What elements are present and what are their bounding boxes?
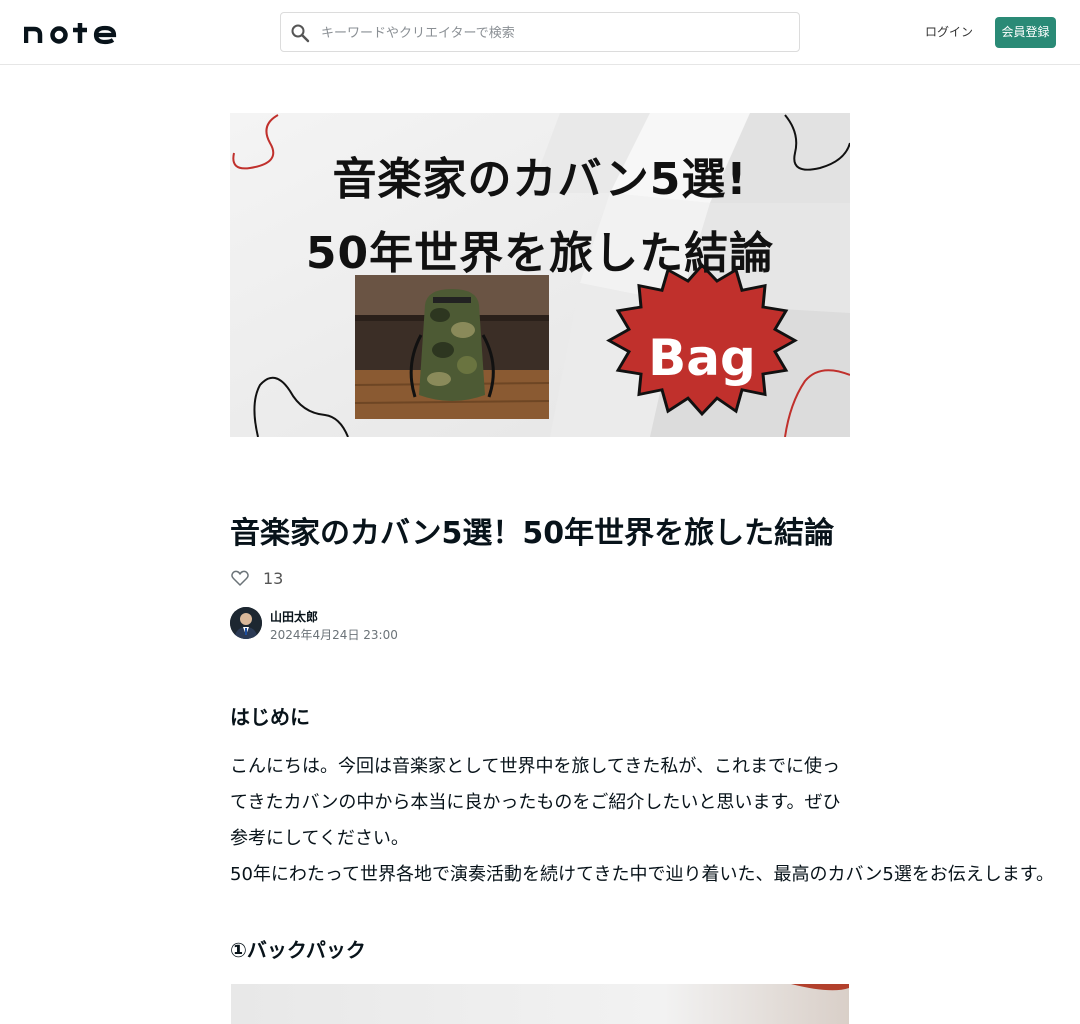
section-heading-item1: ①バックパック: [230, 938, 366, 962]
article-title: 音楽家のカバン5選！50年世界を旅した結論: [230, 516, 835, 551]
article-paragraph: 50年にわたって世界各地で演奏活動を続けてきた中で辿り着いた、最高のカバン5選を…: [230, 864, 1055, 885]
site-header: ログイン 会員登録: [0, 0, 1080, 65]
section-heading-intro: はじめに: [230, 705, 310, 729]
hero-title-line1: 音楽家のカバン5選!: [332, 154, 748, 205]
heart-icon[interactable]: [230, 568, 250, 588]
article-image: [231, 984, 849, 1024]
backpack-photo: [355, 275, 549, 419]
author-name[interactable]: 山田太郎: [270, 608, 318, 625]
author-avatar[interactable]: [230, 607, 262, 639]
article-paragraph: こんにちは。今回は音楽家として世界中を旅してきた私が、これまでに使ってきたカバン…: [230, 756, 841, 849]
like-area: 13: [230, 566, 283, 590]
search-box[interactable]: [280, 12, 800, 52]
like-count: 13: [263, 568, 284, 588]
signup-button[interactable]: 会員登録: [995, 17, 1056, 48]
login-link[interactable]: ログイン: [920, 22, 978, 42]
publish-date: 2024年4月24日 23:00: [270, 628, 398, 642]
search-input[interactable]: [321, 21, 781, 45]
search-icon: [291, 24, 310, 43]
bag-badge-text: Bag: [648, 329, 756, 387]
hero-image: 音楽家のカバン5選! 50年世界を旅した結論 Bag: [230, 113, 850, 437]
note-logo[interactable]: [24, 21, 124, 45]
hero-title-line2: 50年世界を旅した結論: [305, 228, 775, 279]
